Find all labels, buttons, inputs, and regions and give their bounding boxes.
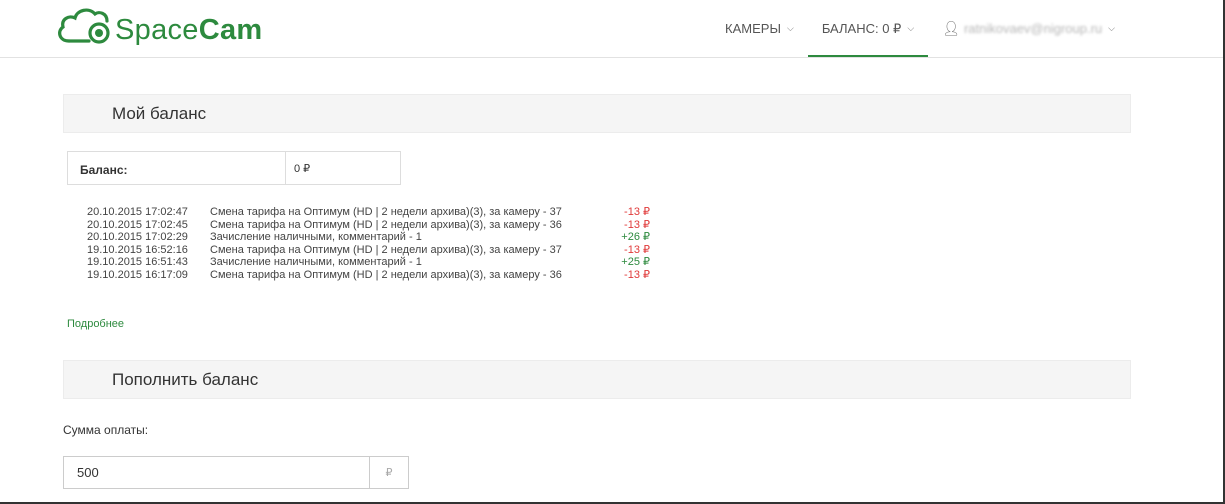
tx-date: 19.10.2015 16:17:09 [87, 268, 188, 281]
tx-date: 20.10.2015 17:02:29 [87, 231, 188, 243]
tx-desc: Зачисление наличными, комментарий - 1 [210, 256, 422, 268]
tx-date: 20.10.2015 17:02:47 [87, 206, 188, 218]
list-item: 19.10.2015 16:52:16 Смена тарифа на Опти… [87, 244, 650, 257]
more-details-link[interactable]: Подробнее [67, 318, 124, 330]
tx-amount: -13 ₽ [624, 206, 650, 218]
nav-user[interactable]: 👤︎ ratnikovaev@nigroup.ru ⌵ [928, 0, 1129, 57]
tx-amount: +26 ₽ [621, 231, 650, 243]
tx-amount: -13 ₽ [624, 268, 650, 281]
amount-label: Сумма оплаты: [63, 423, 149, 437]
tx-date: 19.10.2015 16:51:43 [87, 256, 188, 268]
top-header: SpaceCam КАМЕРЫ ⌵ БАЛАНС: 0 ₽ ⌵ 👤︎ ratni… [0, 0, 1223, 58]
tx-desc: Зачисление наличными, комментарий - 1 [210, 231, 422, 243]
list-item: 20.10.2015 17:02:29 Зачисление наличными… [87, 231, 650, 244]
top-up-title: Пополнить баланс [112, 369, 259, 389]
main-nav: КАМЕРЫ ⌵ БАЛАНС: 0 ₽ ⌵ 👤︎ ratnikovaev@ni… [711, 0, 1129, 57]
balance-table: Баланс: 0 ₽ [67, 151, 401, 185]
amount-input[interactable] [64, 457, 369, 488]
nav-balance[interactable]: БАЛАНС: 0 ₽ ⌵ [807, 0, 929, 57]
list-item: 19.10.2015 16:51:43 Зачисление наличными… [87, 256, 650, 269]
tx-amount: +25 ₽ [621, 256, 650, 268]
logo[interactable]: SpaceCam [55, 4, 263, 50]
tx-desc: Смена тарифа на Оптимум (HD | 2 недели а… [210, 206, 562, 218]
ruble-icon: ₽ [369, 457, 408, 488]
amount-input-group: ₽ [63, 456, 409, 489]
my-balance-heading: Мой баланс [63, 94, 1131, 133]
tx-date: 20.10.2015 17:02:45 [87, 218, 188, 231]
chevron-down-icon: ⌵ [907, 23, 915, 33]
tx-desc: Смена тарифа на Оптимум (HD | 2 недели а… [210, 218, 562, 231]
top-up-heading: Пополнить баланс [63, 360, 1131, 399]
user-icon: 👤︎ [942, 20, 960, 36]
nav-cameras[interactable]: КАМЕРЫ ⌵ [711, 0, 808, 57]
nav-cameras-label: КАМЕРЫ [725, 21, 781, 36]
transaction-list: 20.10.2015 17:02:47 Смена тарифа на Опти… [87, 206, 650, 281]
chevron-down-icon: ⌵ [786, 23, 794, 33]
tx-amount: -13 ₽ [624, 218, 650, 231]
list-item: 20.10.2015 17:02:47 Смена тарифа на Опти… [87, 206, 650, 219]
logo-text: SpaceCam [115, 13, 263, 46]
balance-value: 0 ₽ [294, 162, 311, 175]
nav-balance-label: БАЛАНС: 0 ₽ [821, 20, 902, 36]
tx-date: 19.10.2015 16:52:16 [87, 243, 188, 256]
tx-desc: Смена тарифа на Оптимум (HD | 2 недели а… [210, 268, 562, 281]
user-email: ratnikovaev@nigroup.ru [963, 21, 1103, 36]
chevron-down-icon: ⌵ [1108, 23, 1115, 33]
balance-label: Баланс: [68, 152, 286, 184]
list-item: 20.10.2015 17:02:45 Смена тарифа на Опти… [87, 219, 650, 232]
my-balance-title: Мой баланс [112, 103, 207, 123]
tx-amount: -13 ₽ [624, 243, 650, 256]
cloud-camera-icon [58, 8, 110, 44]
tx-desc: Смена тарифа на Оптимум (HD | 2 недели а… [210, 243, 562, 256]
list-item: 19.10.2015 16:17:09 Смена тарифа на Опти… [87, 269, 650, 282]
